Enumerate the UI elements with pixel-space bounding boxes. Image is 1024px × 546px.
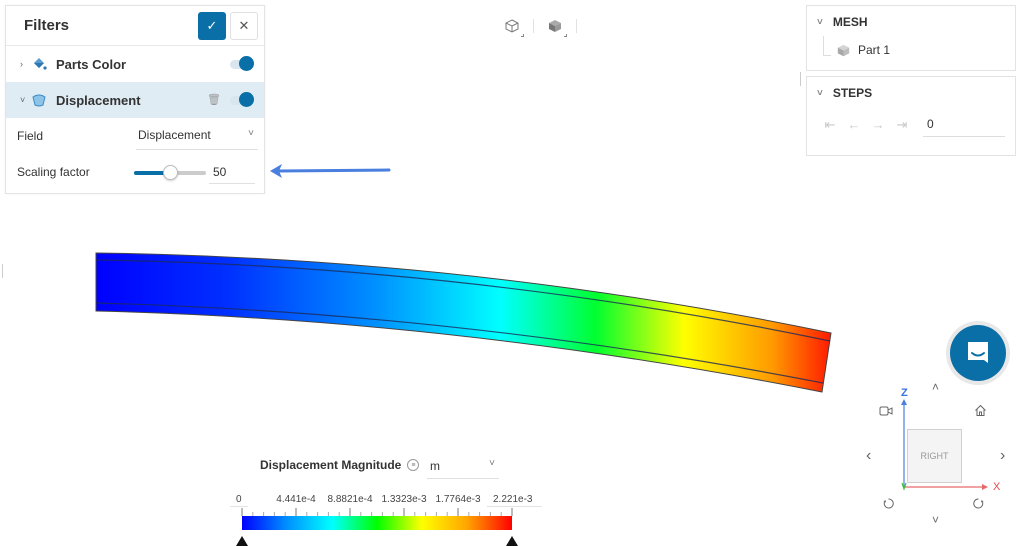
- colorbar-gradient: [242, 516, 512, 530]
- chat-button[interactable]: [950, 325, 1006, 381]
- navigation-cube: ˄ ˅ ‹ › RIGHT Z X: [860, 375, 1024, 546]
- min-handle[interactable]: [236, 536, 248, 546]
- axis-triad: [901, 399, 988, 491]
- z-axis-arrow: [901, 399, 907, 405]
- x-axis-arrow: [982, 484, 988, 490]
- chat-icon: [968, 342, 988, 363]
- max-handle[interactable]: [506, 536, 518, 546]
